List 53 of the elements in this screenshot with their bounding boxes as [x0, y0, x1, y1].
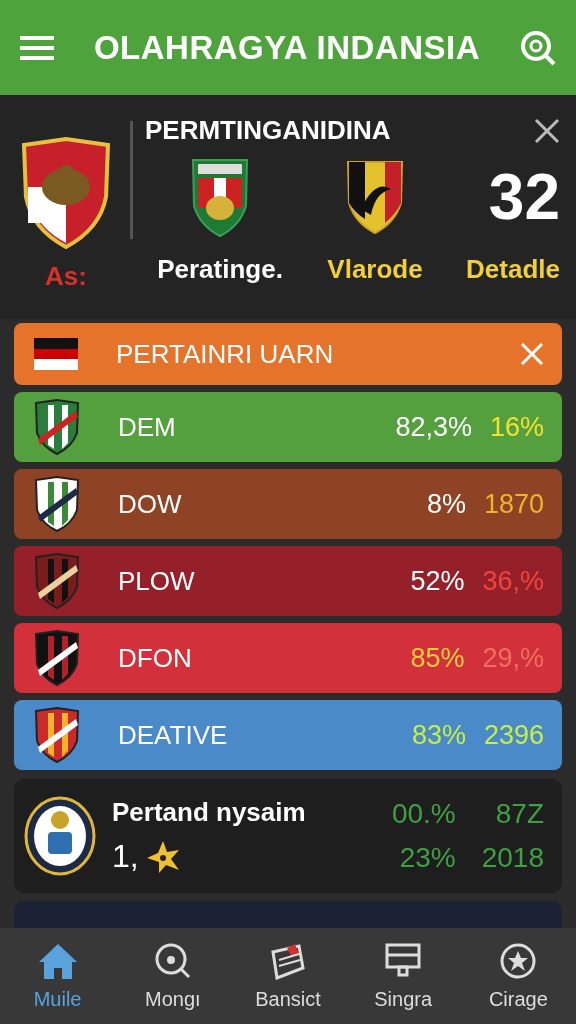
crest-icon	[34, 707, 80, 763]
team-label: Vlarode	[327, 254, 423, 285]
crest-icon	[190, 156, 250, 238]
stat-value: 2396	[483, 719, 544, 751]
team-name: DEM	[118, 411, 176, 443]
team-name: DOW	[118, 488, 182, 520]
stat-value: 00.%	[391, 798, 456, 830]
team-card[interactable]: Pertand nysaim 1, 00.% 87Z 23% 2018	[14, 779, 562, 893]
stat-value: 1870	[483, 488, 544, 520]
signboard-icon	[384, 941, 423, 980]
nav-item[interactable]: Muile	[7, 941, 108, 1011]
team-name: PLOW	[118, 565, 195, 597]
card-title: Pertand nysaim	[112, 797, 307, 828]
ticket-icon	[268, 941, 307, 980]
team-row[interactable]: DOW 8% 1870	[14, 469, 562, 539]
crest-icon	[20, 137, 112, 249]
stat-value: 29,%	[482, 642, 544, 674]
stat-value: 83%	[411, 719, 466, 751]
nav-item[interactable]: Cirage	[468, 941, 569, 1011]
team-name: DFON	[118, 642, 192, 674]
team-row[interactable]: PLOW 52% 36,%	[14, 546, 562, 616]
crest-icon	[34, 399, 80, 455]
crest-icon	[34, 476, 80, 532]
app-title: OLAHRAGYA INDANSIA	[93, 28, 481, 67]
stat-value: 87Z	[495, 798, 544, 830]
match-title: PERMTINGANIDINA	[145, 115, 391, 146]
stat-value: 36,%	[482, 565, 544, 597]
team-row[interactable]: DFON 85% 29,%	[14, 623, 562, 693]
stat-value: 2018	[481, 842, 544, 874]
score: 32	[488, 160, 560, 234]
stat-value: 8%	[426, 488, 466, 520]
stat-value: 23%	[399, 842, 456, 874]
stat-value: 85%	[410, 642, 465, 674]
stat-value: 52%	[410, 565, 465, 597]
crest-icon	[34, 630, 80, 686]
stat-value: 16%	[489, 411, 544, 443]
team-name: DEATIVE	[118, 719, 228, 751]
card-subtitle: 1,	[112, 838, 139, 875]
stat-value: 82,3%	[395, 411, 472, 443]
crest-icon	[34, 553, 80, 609]
team-label: As:	[45, 261, 87, 292]
team-name: PERTAINRI UARN	[116, 338, 334, 370]
nav-item[interactable]: Bansict	[237, 941, 338, 1011]
crest-icon	[24, 796, 96, 876]
team-label: Peratinge.	[157, 254, 283, 285]
close-icon[interactable]	[534, 117, 560, 144]
team-label: Detadle	[466, 254, 560, 285]
team-row[interactable]: DEATIVE 83% 2396	[14, 700, 562, 770]
search-icon	[153, 941, 192, 980]
flag-icon	[34, 338, 78, 370]
crest-icon	[345, 159, 405, 235]
nav-item[interactable]: Mongı	[122, 941, 223, 1011]
nav-item[interactable]: Singra	[353, 941, 454, 1011]
